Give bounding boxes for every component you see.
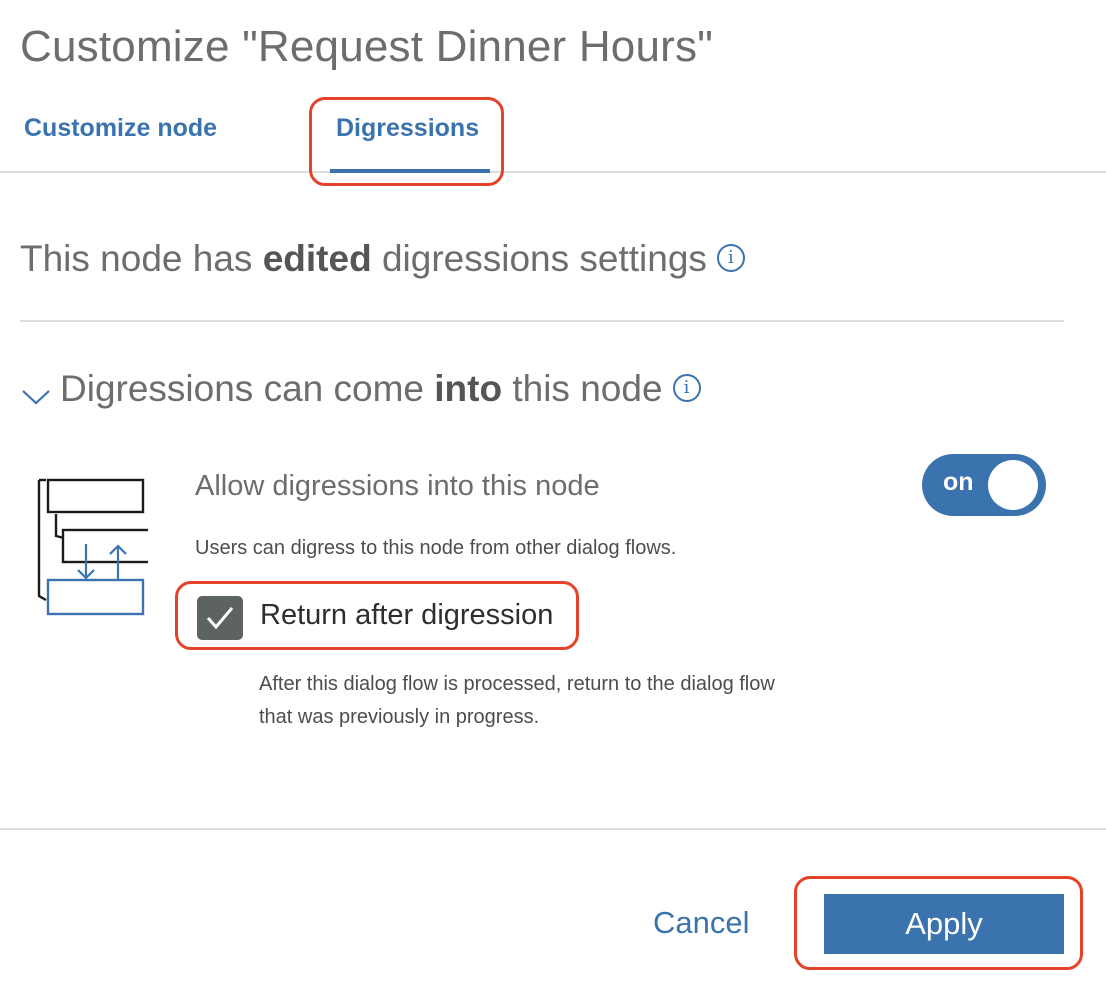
toggle-knob <box>988 460 1038 510</box>
highlight-return-checkbox <box>175 581 579 650</box>
section-divider <box>20 320 1064 322</box>
allow-digressions-description: Users can digress to this node from othe… <box>195 537 677 559</box>
digression-flow-icon <box>37 478 148 616</box>
toggle-state-label: on <box>943 468 974 496</box>
highlight-apply-button <box>794 876 1083 970</box>
return-after-digression-description: After this dialog flow is processed, ret… <box>259 673 775 728</box>
allow-digressions-label: Allow digressions into this node <box>195 470 600 502</box>
summary-suffix: digressions settings <box>371 238 707 279</box>
info-icon[interactable]: i <box>716 244 745 273</box>
highlight-digressions-tab <box>309 97 504 186</box>
digressions-into-heading[interactable]: Digressions can come into this node i <box>60 368 701 410</box>
section-emphasis: into <box>434 368 503 409</box>
allow-digressions-toggle[interactable]: on <box>922 454 1046 516</box>
dialog-title: Customize "Request Dinner Hours" <box>20 22 714 71</box>
section-suffix: this node <box>502 368 663 409</box>
chevron-down-icon[interactable] <box>21 388 51 406</box>
footer-divider <box>0 828 1106 830</box>
summary-prefix: This node has <box>20 238 263 279</box>
tabs-divider <box>0 171 1106 173</box>
cancel-button[interactable]: Cancel <box>653 905 750 941</box>
section-prefix: Digressions can come <box>60 368 435 409</box>
tab-customize-node[interactable]: Customize node <box>24 114 217 143</box>
info-icon[interactable]: i <box>672 374 701 403</box>
summary-emphasis: edited <box>262 238 372 279</box>
digressions-summary: This node has edited digressions setting… <box>20 238 745 280</box>
